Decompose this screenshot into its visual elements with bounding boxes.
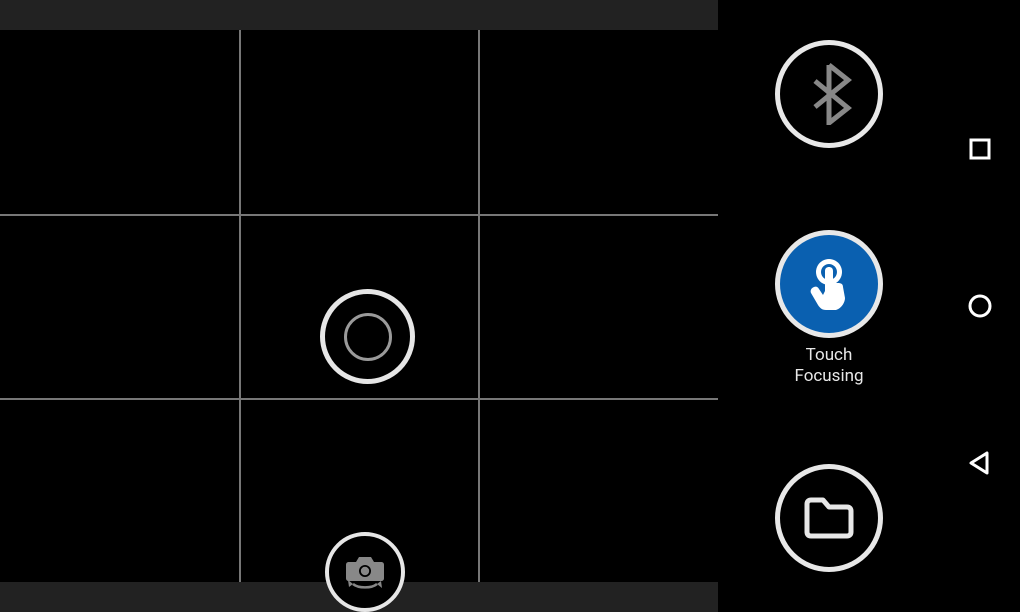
focus-indicator-icon [320,289,415,384]
grid-overlay [0,30,718,582]
bluetooth-icon [804,63,854,125]
switch-camera-button[interactable] [325,532,405,612]
grid-line [0,214,718,216]
nav-recent-button[interactable] [965,134,995,164]
back-triangle-icon [967,450,993,476]
touch-icon [801,253,857,315]
grid-line [239,30,241,582]
nav-home-button[interactable] [965,291,995,321]
camera-viewfinder[interactable] [0,0,718,612]
touch-focusing-button[interactable] [775,230,883,338]
nav-back-button[interactable] [965,448,995,478]
bluetooth-button[interactable] [775,40,883,148]
circle-icon [967,293,993,319]
square-icon [968,137,992,161]
android-navbar [940,0,1020,612]
camera-controls-column: Touch Focusing [718,0,940,612]
focus-indicator-inner-icon [344,313,392,361]
files-button[interactable] [775,464,883,572]
grid-line [478,30,480,582]
camera-app-screen: Touch Focusing [0,0,1020,612]
grid-line [0,398,718,400]
touch-focusing-label: Touch Focusing [718,345,940,387]
switch-camera-icon [343,552,387,592]
letterbox-top [0,0,718,30]
folder-icon [803,496,855,540]
